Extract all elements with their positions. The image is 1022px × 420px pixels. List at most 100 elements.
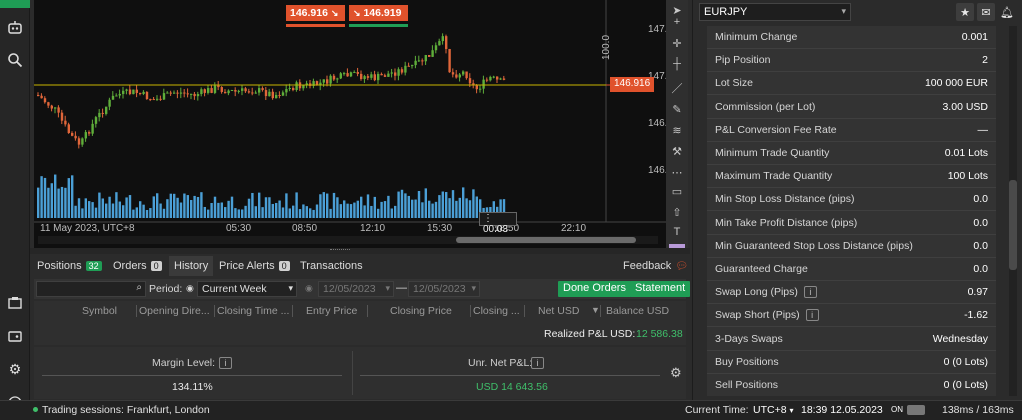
candle-body: [125, 89, 128, 91]
chart-scrollbar-thumb[interactable]: [456, 237, 636, 243]
candle-body: [302, 85, 305, 89]
volume-bar: [176, 197, 179, 218]
candle-body: [285, 88, 288, 93]
candle-body: [132, 89, 135, 95]
volume-bar: [275, 202, 278, 218]
candle-body: [458, 74, 461, 78]
done-orders-button[interactable]: Done Orders: [558, 281, 631, 297]
period-select[interactable]: Current Week ▾: [197, 281, 297, 297]
trend-line-icon[interactable]: ／: [666, 78, 688, 98]
email-icon[interactable]: ✉: [977, 3, 995, 21]
crosshair-icon[interactable]: +: [666, 12, 688, 32]
property-label-text: Min Stop Loss Distance (pips): [715, 193, 855, 206]
panel-scrollbar-thumb[interactable]: [1009, 180, 1017, 270]
column-header[interactable]: Net USD: [538, 305, 579, 317]
volume-bar: [305, 206, 308, 218]
candle-body: [400, 69, 404, 73]
text-tool-icon[interactable]: T: [666, 222, 688, 242]
tab-count: 0: [150, 261, 162, 271]
candle-body: [281, 92, 285, 96]
custom-range-radio-icon[interactable]: ◉: [305, 283, 313, 294]
volume-bar: [292, 205, 295, 218]
volume-bar: [360, 196, 363, 218]
robot-icon[interactable]: [0, 14, 30, 42]
candle-body: [383, 75, 387, 77]
volume-bar: [264, 197, 268, 218]
column-header[interactable]: Opening Dire...: [139, 305, 210, 317]
candle-body: [264, 90, 268, 97]
search-chart-icon[interactable]: [0, 46, 30, 74]
summary-settings-gear-icon[interactable]: ⚙: [670, 365, 682, 381]
cursor-time-value: 00:03: [483, 224, 509, 235]
chart-scrollbar[interactable]: [38, 236, 658, 244]
property-label: Minimum Change: [715, 31, 797, 43]
sort-desc-icon[interactable]: ▼: [591, 305, 600, 315]
volume-bar: [363, 205, 366, 218]
column-header[interactable]: Symbol: [82, 305, 117, 317]
arrow-up-icon[interactable]: ⇧: [666, 202, 688, 222]
property-label: 3-Days Swaps: [715, 333, 783, 345]
crosshair-alt-icon[interactable]: ✛: [666, 33, 688, 53]
candle-body: [363, 76, 366, 80]
statement-button[interactable]: Statement: [630, 281, 691, 297]
date-to-field[interactable]: 12/05/2023 ▾: [408, 281, 480, 297]
unrealized-divider: [360, 375, 660, 376]
horizontal-line-icon[interactable]: ┼: [666, 54, 688, 74]
buy-button[interactable]: ↘ 146.919: [349, 5, 408, 21]
tab-orders[interactable]: Orders 0: [108, 256, 167, 276]
pencil-icon[interactable]: ✎: [666, 99, 688, 119]
info-icon[interactable]: i: [803, 286, 817, 299]
volume-bar: [475, 196, 478, 218]
bell-icon[interactable]: 🔔︎: [998, 3, 1016, 21]
tab-history[interactable]: History: [169, 256, 214, 276]
symbol-select[interactable]: EURJPY ▾: [699, 3, 851, 21]
sell-button[interactable]: 146.916 ↘: [286, 5, 345, 21]
info-icon[interactable]: i: [531, 357, 544, 369]
column-header[interactable]: Balance USD: [606, 305, 669, 317]
toggle-switch[interactable]: [907, 405, 925, 415]
date-from-field[interactable]: 12/05/2023 ▾: [318, 281, 394, 297]
volume-bar: [111, 203, 115, 218]
column-header[interactable]: Closing ...: [473, 305, 520, 317]
candle-body: [441, 36, 444, 42]
cursor-time-label: ⋮ 00:03: [479, 212, 517, 235]
column-divider: [292, 305, 293, 317]
fibonacci-icon[interactable]: ≋: [666, 120, 688, 140]
unrealized-pnl-value: USD 14 643.56: [476, 381, 548, 393]
volume-bar: [244, 205, 247, 218]
buy-price: 146.919: [363, 7, 402, 19]
channel-icon[interactable]: ⋯: [666, 162, 688, 182]
left-rail: ⚙ ?: [0, 0, 30, 420]
column-header[interactable]: Closing Time ...: [217, 305, 289, 317]
volume-bar: [203, 206, 206, 218]
tab-positions[interactable]: Positions 32: [32, 256, 107, 276]
timezone-select[interactable]: UTC+8 ▾: [753, 404, 794, 416]
copy-trading-icon[interactable]: [0, 289, 30, 317]
tab-label: Positions: [37, 260, 82, 272]
search-icon: ⌕: [136, 282, 142, 293]
volume-bar: [210, 202, 213, 218]
volume-bar: [190, 200, 193, 218]
wallet-icon[interactable]: [0, 322, 30, 350]
candle-body: [169, 92, 172, 94]
volume-bar: [101, 198, 104, 218]
column-header[interactable]: Closing Price: [390, 305, 452, 317]
rectangle-icon[interactable]: ▭: [666, 181, 688, 201]
period-label: Period:: [149, 283, 183, 295]
history-search-input[interactable]: ⌕: [36, 281, 146, 297]
price-chart[interactable]: 147.500 147.000 146.500 146.000 100.0 14…: [34, 0, 684, 248]
chart-canvas[interactable]: [34, 0, 666, 248]
tab-transactions[interactable]: Transactions: [295, 256, 368, 276]
feedback-button[interactable]: Feedback 💬︎: [618, 256, 693, 276]
settings-gear-icon[interactable]: ⚙: [0, 355, 30, 383]
info-icon[interactable]: i: [219, 357, 232, 369]
brush-icon[interactable]: ⚒: [666, 141, 688, 161]
volume-bar: [139, 201, 142, 218]
tab-price-alerts[interactable]: Price Alerts 0: [214, 256, 295, 276]
column-header[interactable]: Entry Price: [306, 305, 357, 317]
info-icon[interactable]: i: [805, 309, 819, 322]
volume-bar: [281, 207, 285, 218]
period-radio-icon[interactable]: ◉: [186, 283, 194, 294]
star-icon[interactable]: ★: [956, 3, 974, 21]
property-row: Guaranteed Charge 0.0: [707, 258, 996, 281]
